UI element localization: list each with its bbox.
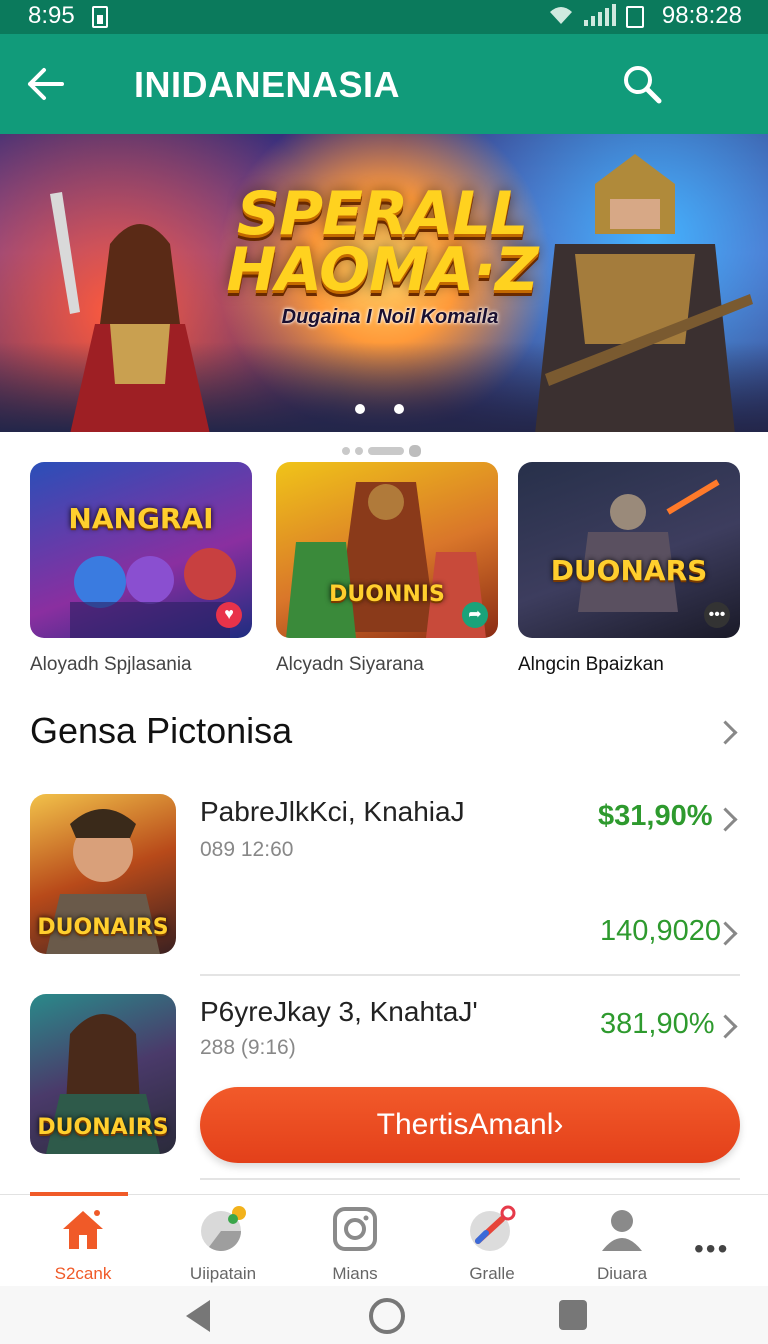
nav-item-home[interactable]: S2cank xyxy=(23,1205,143,1284)
status-bar: 8:95 98:8:28 xyxy=(0,0,768,34)
chevron-right-icon[interactable] xyxy=(713,720,738,745)
more-icon[interactable]: ••• xyxy=(704,602,730,628)
card-label[interactable]: Aloyadh Spjlasania xyxy=(30,654,192,676)
banner-subline: Dugaina I Noil Komaila xyxy=(281,306,499,328)
nav-item-mians[interactable]: Mians xyxy=(295,1205,415,1284)
nav-label: Mians xyxy=(332,1264,378,1283)
chevron-right-icon[interactable] xyxy=(713,807,738,832)
price-value-secondary: 140,9020 xyxy=(600,915,721,947)
nav-label: Diuara xyxy=(596,1264,648,1283)
price-value: $31,90% xyxy=(598,800,713,832)
nav-label: Uiipatain xyxy=(189,1264,257,1283)
back-arrow-icon[interactable] xyxy=(26,64,66,104)
home-icon xyxy=(63,1210,103,1249)
profile-icon xyxy=(602,1210,642,1251)
card-logo: DUONNIS xyxy=(329,582,445,607)
divider xyxy=(200,974,740,976)
chevron-right-icon[interactable] xyxy=(713,1014,738,1039)
bottom-navigation: S2cank Uiipatain Mians Gralle Diuara ••• xyxy=(0,1192,768,1287)
card-logo: NANGRAI xyxy=(68,502,214,535)
featured-card[interactable]: DUONARS ••• xyxy=(518,462,740,638)
battery-icon xyxy=(92,6,108,28)
card-logo: DUONARS xyxy=(550,554,708,587)
card-label[interactable]: Alcyadn Siyarana xyxy=(276,654,424,676)
signal-icon xyxy=(584,4,616,26)
divider xyxy=(200,1178,740,1180)
system-back-icon[interactable] xyxy=(186,1300,210,1332)
featured-card[interactable]: NANGRAI ♥ xyxy=(30,462,252,638)
share-icon[interactable]: ➦ xyxy=(462,602,488,628)
warrior-illustration xyxy=(535,154,753,432)
thumbnail-logo: DUONAIRS xyxy=(37,915,169,940)
banner-dot[interactable] xyxy=(355,404,365,414)
list-item-title[interactable]: P6yreJkay 3, KnahtaJ' xyxy=(200,996,478,1028)
cta-button[interactable]: ThertisAmanl› xyxy=(200,1087,740,1163)
hero-banner[interactable]: SPERALL HAOMA·Z Dugaina I Noil Komaila xyxy=(0,134,768,432)
pager-dot xyxy=(355,446,363,455)
more-icon[interactable]: ••• xyxy=(694,1233,729,1265)
tools-icon xyxy=(470,1205,516,1251)
app-title: INIDANENASIA xyxy=(134,64,401,105)
wifi-icon xyxy=(550,7,572,24)
nav-label: S2cank xyxy=(54,1264,112,1283)
list-thumbnail[interactable]: DUONAIRS xyxy=(30,994,176,1154)
headline-line-1: SPERALL xyxy=(236,179,528,249)
pager-active xyxy=(368,446,404,455)
system-home-icon[interactable] xyxy=(369,1298,405,1334)
search-icon[interactable] xyxy=(620,62,664,106)
pager-dot xyxy=(342,446,350,455)
list-item-meta: 089 12:60 xyxy=(200,838,294,861)
featured-card[interactable]: DUONNIS ➦ xyxy=(276,462,498,638)
list-thumbnail[interactable]: DUONAIRS xyxy=(30,794,176,954)
nav-item-updates[interactable]: Uiipatain xyxy=(163,1205,283,1284)
carousel-indicator xyxy=(342,442,426,457)
price-value: 381,90% xyxy=(600,1008,715,1040)
chart-icon xyxy=(201,1206,246,1251)
battery-icon xyxy=(626,6,644,28)
active-tab-indicator xyxy=(30,1192,128,1196)
status-clock: 98:8:28 xyxy=(661,2,742,29)
heroine-illustration xyxy=(50,192,210,432)
status-time: 8:95 xyxy=(28,2,75,29)
headline-line-2: HAOMA·Z xyxy=(226,235,538,305)
app-bar: INIDANENASIA xyxy=(0,34,768,134)
heart-icon[interactable]: ♥ xyxy=(216,602,242,628)
instagram-icon xyxy=(333,1207,377,1251)
nav-label: Gralle xyxy=(469,1264,515,1283)
system-navigation-bar xyxy=(0,1286,768,1344)
card-label[interactable]: Alngcin Bpaizkan xyxy=(518,654,664,676)
system-recents-icon[interactable] xyxy=(559,1300,587,1330)
banner-dot[interactable] xyxy=(394,404,404,414)
banner-headline: SPERALL HAOMA·Z xyxy=(222,179,542,305)
nav-item-gralle[interactable]: Gralle xyxy=(432,1205,552,1284)
thumbnail-logo: DUONAIRS xyxy=(37,1115,169,1140)
list-item-meta: 288 (9:16) xyxy=(200,1036,296,1059)
section-title: Gensa Pictonisa xyxy=(30,710,293,751)
nav-item-profile[interactable]: Diuara xyxy=(562,1205,682,1284)
list-item-title[interactable]: PabreJlkKci, KnahiaJ xyxy=(200,796,465,828)
pager-dot xyxy=(409,444,421,457)
